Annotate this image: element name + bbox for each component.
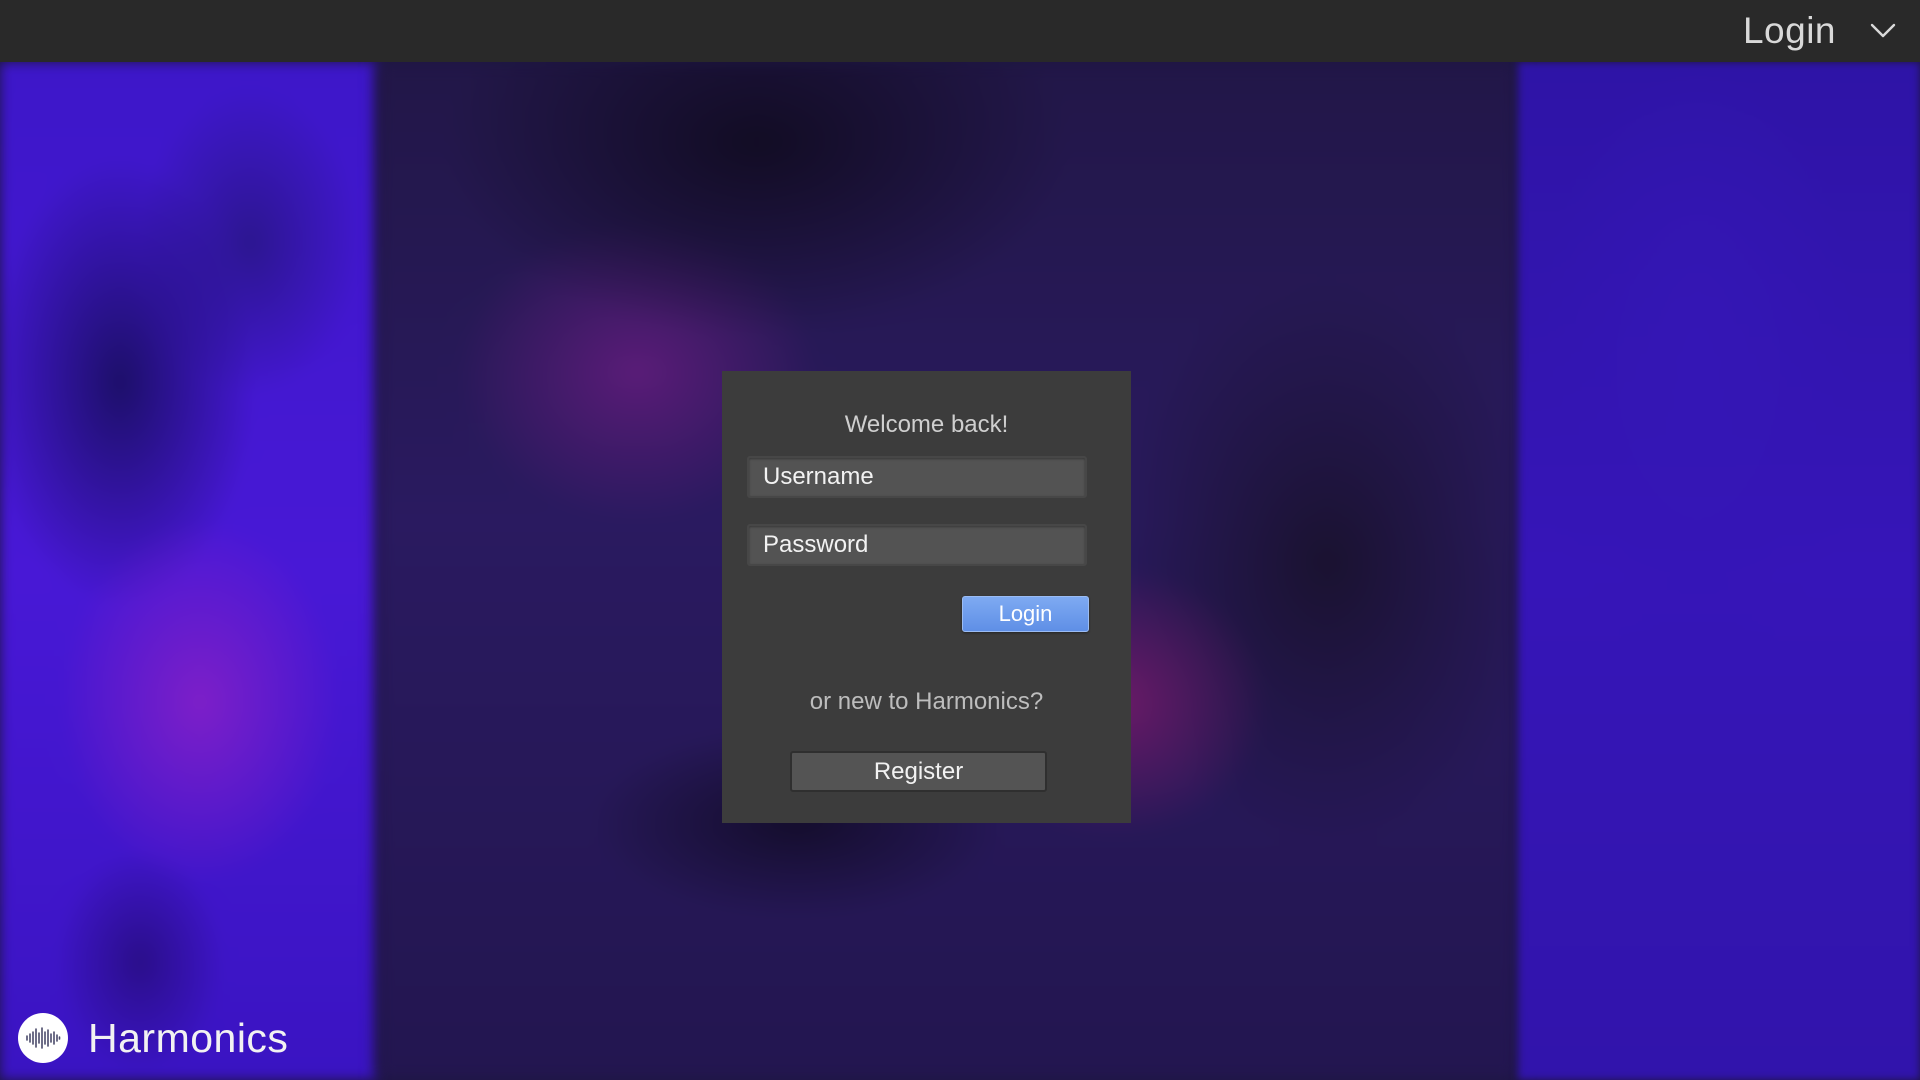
password-input[interactable]: [747, 524, 1087, 566]
brand-name: Harmonics: [88, 1014, 289, 1061]
background-left-panel: [0, 62, 377, 1080]
account-menu-label: Login: [1742, 10, 1836, 51]
login-button[interactable]: Login: [962, 596, 1089, 632]
login-card: Welcome back! Login or new to Harmonics?…: [722, 371, 1131, 823]
app-root: Login Welcome back! Login or new to Harm…: [0, 0, 1920, 1080]
chevron-down-icon[interactable]: [1870, 23, 1896, 39]
background-right-panel: [1518, 62, 1920, 1080]
welcome-heading: Welcome back!: [844, 411, 1009, 438]
register-button[interactable]: Register: [790, 751, 1047, 792]
brand-logo: Harmonics: [18, 1010, 288, 1066]
sound-wave-icon: [18, 1013, 68, 1063]
username-input[interactable]: [747, 456, 1087, 498]
account-menu[interactable]: Login: [1743, 0, 1896, 62]
top-bar: Login: [0, 0, 1920, 62]
new-user-prompt: or new to Harmonics?: [809, 688, 1044, 715]
